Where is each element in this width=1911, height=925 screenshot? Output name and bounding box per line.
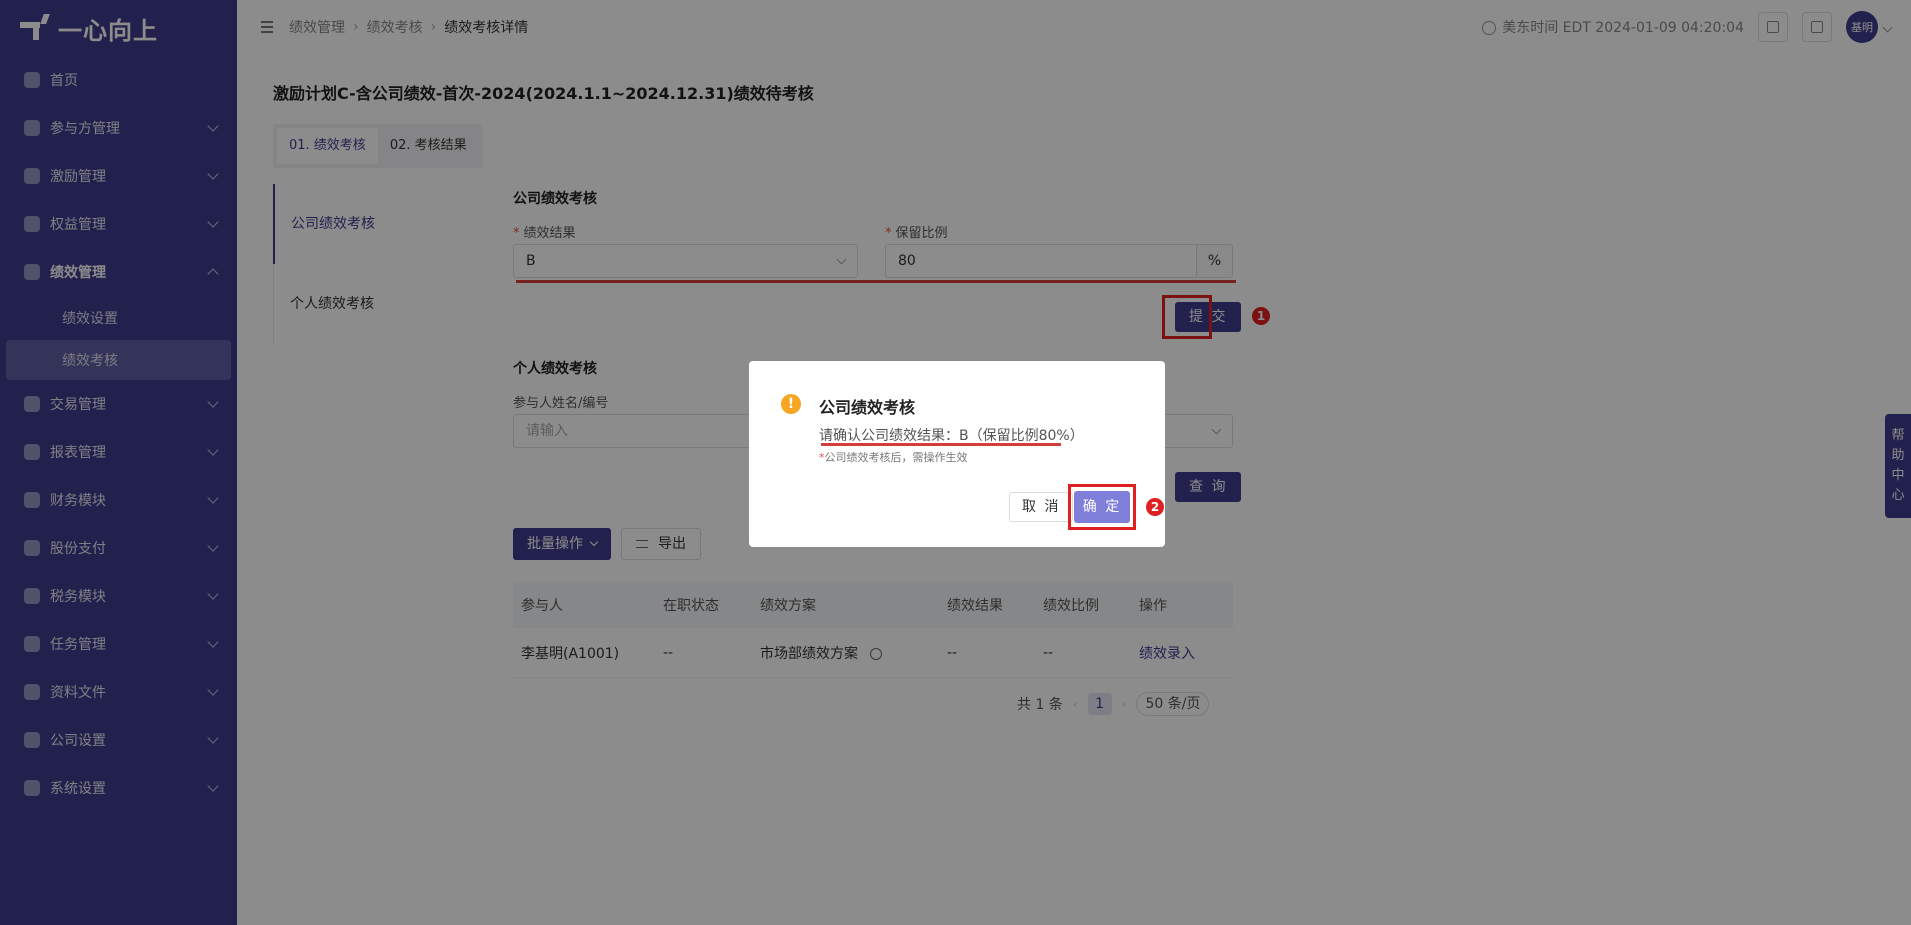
warning-icon: !: [781, 394, 801, 414]
annotation-badge: 2: [1146, 498, 1164, 516]
annotation-underline: [821, 443, 1061, 446]
cancel-button[interactable]: 取 消: [1009, 492, 1074, 522]
annotation-box: [1068, 484, 1136, 530]
confirm-dialog: ! 公司绩效考核 请确认公司绩效结果：B（保留比例80%） *公司绩效考核后，需…: [749, 361, 1165, 547]
dialog-title: 公司绩效考核: [819, 398, 916, 417]
dialog-note: *公司绩效考核后，需操作生效: [819, 451, 968, 464]
dialog-message: 请确认公司绩效结果：B（保留比例80%）: [819, 428, 1084, 444]
